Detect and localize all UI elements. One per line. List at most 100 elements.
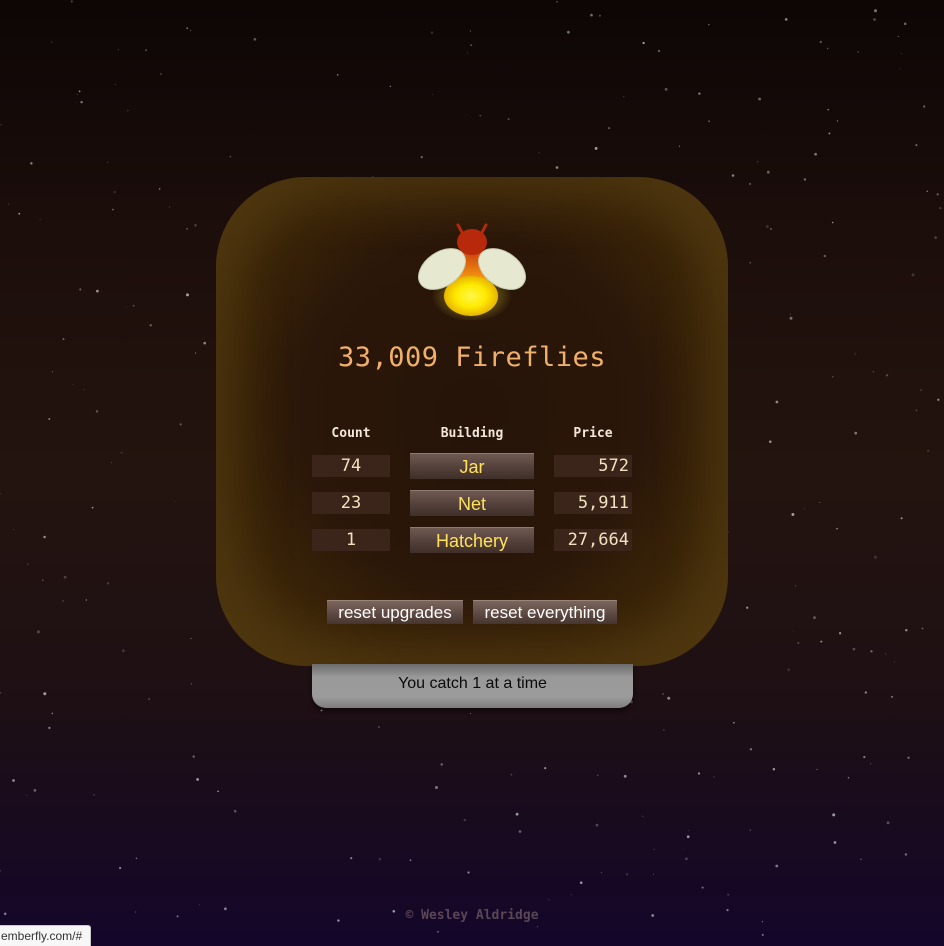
star bbox=[899, 68, 901, 70]
star bbox=[78, 90, 81, 93]
star bbox=[106, 161, 109, 163]
star bbox=[30, 162, 33, 165]
star bbox=[708, 120, 710, 122]
star bbox=[831, 221, 834, 224]
star bbox=[765, 225, 769, 228]
star bbox=[713, 776, 715, 778]
star bbox=[420, 155, 423, 159]
star bbox=[653, 873, 655, 875]
star bbox=[885, 374, 889, 377]
footer-credit: © Wesley Aldridge bbox=[405, 908, 539, 923]
building-row-jar: 74 Jar 572 bbox=[0, 453, 944, 479]
reset-upgrades-button[interactable]: reset upgrades bbox=[327, 600, 463, 624]
star bbox=[437, 930, 439, 933]
column-header-price: Price bbox=[573, 426, 613, 441]
star bbox=[233, 809, 237, 813]
buy-net-button[interactable]: Net bbox=[410, 490, 534, 516]
star bbox=[198, 904, 200, 906]
star bbox=[85, 599, 88, 601]
firefly-icon[interactable] bbox=[416, 222, 528, 322]
star bbox=[769, 440, 772, 443]
star bbox=[336, 74, 339, 76]
star bbox=[664, 88, 668, 91]
catch-rate-text: You catch 1 at a time bbox=[398, 675, 547, 692]
star bbox=[827, 108, 829, 111]
star bbox=[939, 207, 942, 210]
star bbox=[96, 289, 99, 293]
star bbox=[112, 208, 114, 211]
star bbox=[179, 423, 182, 426]
star bbox=[594, 146, 598, 150]
star bbox=[886, 821, 890, 825]
star bbox=[48, 726, 51, 730]
star bbox=[570, 894, 572, 896]
star bbox=[642, 815, 644, 817]
star bbox=[872, 371, 874, 373]
star bbox=[12, 779, 15, 782]
star bbox=[683, 849, 684, 851]
star bbox=[0, 870, 1, 872]
star bbox=[148, 698, 150, 700]
star bbox=[915, 144, 918, 147]
star bbox=[863, 755, 866, 759]
star bbox=[83, 389, 85, 391]
star bbox=[463, 818, 466, 822]
star bbox=[538, 152, 540, 154]
star bbox=[190, 637, 192, 640]
star bbox=[832, 813, 836, 817]
star bbox=[159, 188, 161, 190]
column-header-building: Building bbox=[440, 426, 504, 441]
star bbox=[80, 101, 83, 104]
star bbox=[194, 224, 197, 227]
star bbox=[701, 886, 704, 889]
star bbox=[48, 417, 51, 421]
star bbox=[93, 794, 95, 796]
star bbox=[874, 555, 877, 559]
buy-hatchery-button[interactable]: Hatchery bbox=[410, 527, 534, 553]
star bbox=[203, 341, 207, 345]
star bbox=[749, 829, 751, 831]
star bbox=[686, 835, 690, 839]
star bbox=[469, 30, 471, 32]
star bbox=[378, 857, 382, 861]
star bbox=[0, 123, 3, 126]
buy-jar-button[interactable]: Jar bbox=[410, 453, 534, 479]
star bbox=[548, 898, 550, 901]
firefly-count-title: 33,009 Fireflies bbox=[337, 342, 607, 373]
building-count: 74 bbox=[312, 455, 390, 477]
star bbox=[657, 49, 661, 53]
star bbox=[579, 881, 583, 885]
star bbox=[39, 218, 41, 220]
star bbox=[905, 628, 908, 632]
reset-everything-button[interactable]: reset everything bbox=[473, 600, 617, 624]
star bbox=[440, 763, 443, 766]
star bbox=[126, 109, 129, 112]
star bbox=[623, 96, 625, 98]
star bbox=[653, 848, 655, 850]
star bbox=[685, 857, 688, 861]
building-row-net: 23 Net 5,911 bbox=[0, 490, 944, 516]
star bbox=[813, 616, 816, 620]
star bbox=[430, 31, 434, 34]
star bbox=[890, 695, 894, 698]
star bbox=[27, 563, 29, 565]
star bbox=[772, 767, 776, 771]
star bbox=[904, 853, 908, 856]
star bbox=[70, 0, 73, 3]
star bbox=[749, 748, 753, 751]
star bbox=[687, 829, 689, 831]
star bbox=[823, 254, 826, 258]
star bbox=[122, 649, 125, 653]
star bbox=[432, 94, 433, 96]
star bbox=[518, 830, 522, 833]
star bbox=[253, 38, 257, 41]
star bbox=[836, 120, 839, 122]
star bbox=[854, 353, 857, 355]
star bbox=[63, 575, 67, 579]
star bbox=[114, 83, 116, 85]
star bbox=[758, 97, 762, 101]
star bbox=[18, 212, 21, 215]
star bbox=[746, 606, 749, 609]
star bbox=[600, 871, 602, 873]
star bbox=[389, 85, 391, 88]
